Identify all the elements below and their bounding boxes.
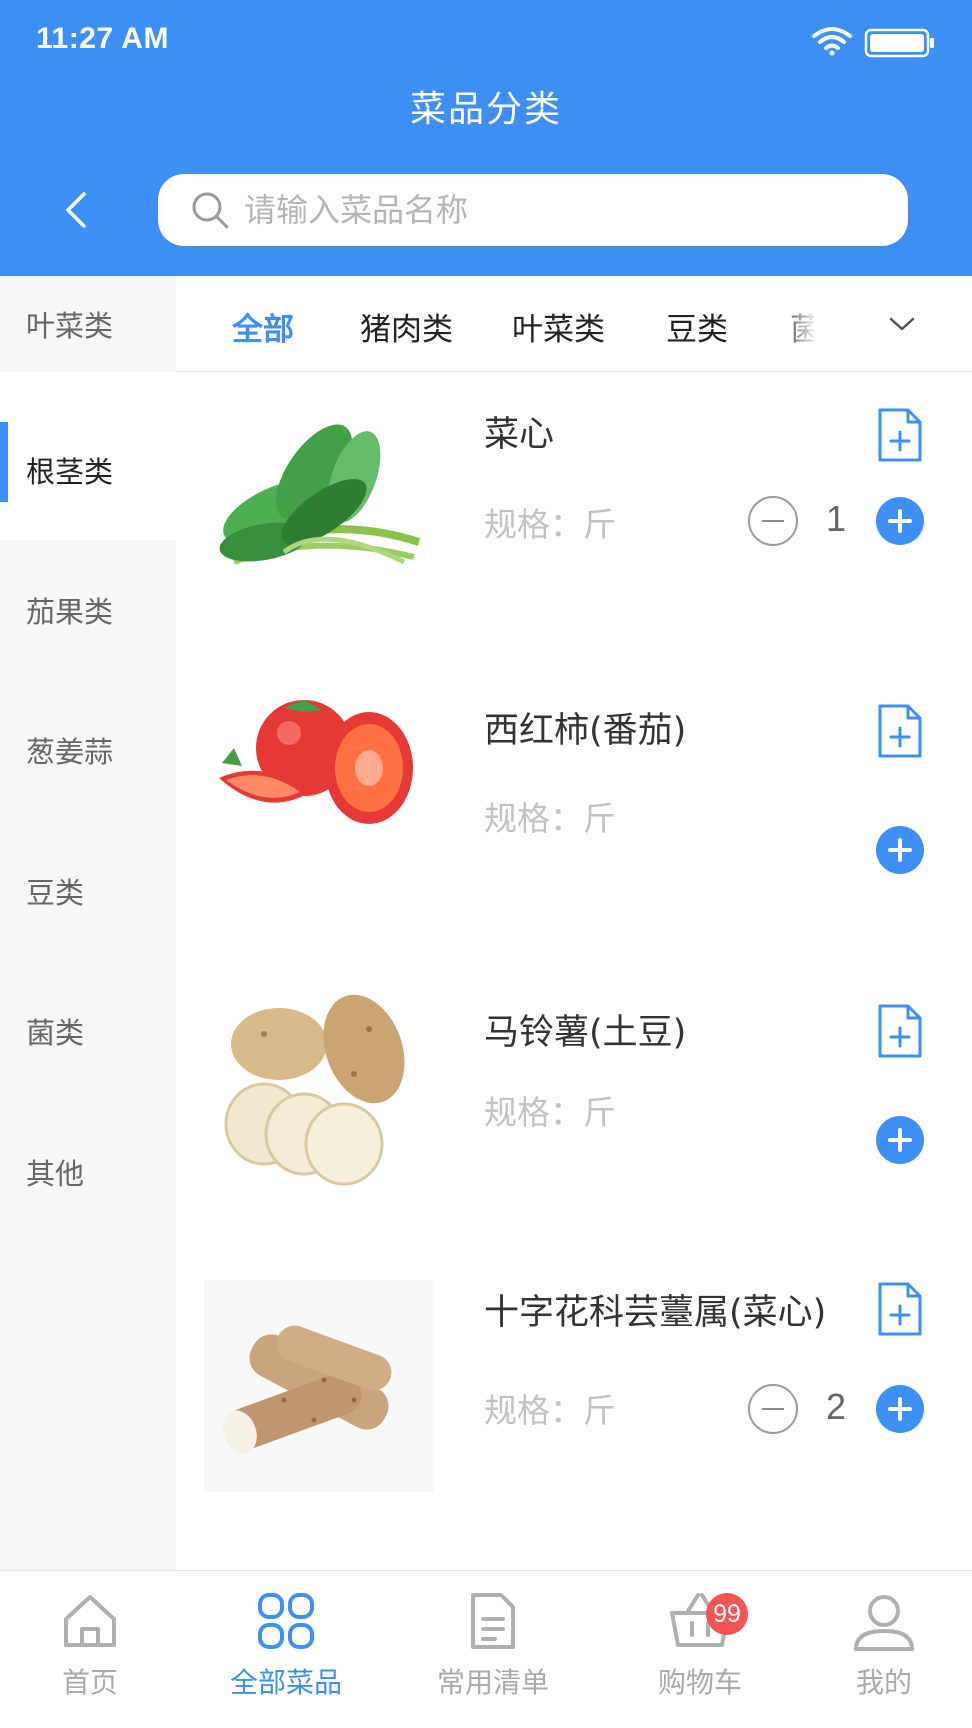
increase-quantity-button[interactable]	[876, 1385, 924, 1433]
sidebar-item-label: 茄果类	[26, 595, 114, 629]
status-bar: 11:27 AM	[0, 0, 972, 80]
tab-all[interactable]: 全部	[232, 304, 294, 349]
home-icon	[64, 1595, 116, 1647]
category-tabs: 全部 猪肉类 叶菜类 豆类 菌	[176, 276, 972, 372]
add-to-list-icon[interactable]	[876, 406, 924, 464]
sidebar-item-leafy[interactable]: 叶菜类	[0, 276, 176, 372]
sidebar-item-mushrooms[interactable]: 菌类	[0, 961, 176, 1101]
sidebar-item-label: 菌类	[26, 1016, 85, 1050]
tabs-fade	[776, 276, 846, 371]
nav-label: 我的	[855, 1666, 912, 1699]
product-item: 菜心 规格：斤 1	[176, 372, 972, 668]
nav-mine[interactable]: 我的	[834, 1571, 934, 1728]
sidebar-item-label: 其他	[26, 1157, 85, 1191]
nav-all-dishes[interactable]: 全部菜品	[216, 1571, 356, 1728]
nav-cart[interactable]: 购物车	[640, 1571, 760, 1728]
tab-pork[interactable]: 猪肉类	[360, 304, 453, 349]
category-sidebar: 叶菜类 根茎类 茄果类 葱姜蒜 豆类 菌类 其他	[0, 276, 176, 1570]
sidebar-item-root[interactable]: 根茎类	[0, 372, 176, 540]
product-name: 马铃薯(土豆)	[484, 1013, 687, 1053]
list-icon	[471, 1593, 515, 1649]
sidebar-item-label: 豆类	[26, 876, 85, 910]
add-to-list-icon[interactable]	[876, 702, 924, 760]
product-image-potato	[224, 994, 405, 1186]
product-name: 西红柿(番茄)	[484, 711, 687, 751]
sidebar-item-label: 叶菜类	[26, 309, 114, 343]
product-image-choy-sum	[219, 424, 421, 565]
sidebar-item-aromatics[interactable]: 葱姜蒜	[0, 680, 176, 820]
sidebar-item-label: 葱姜蒜	[26, 735, 114, 769]
nav-label: 购物车	[657, 1666, 742, 1699]
nav-label: 常用清单	[436, 1666, 549, 1699]
tab-leafy[interactable]: 叶菜类	[512, 304, 605, 349]
chevron-down-icon	[889, 317, 915, 331]
add-to-list-icon[interactable]	[876, 1002, 924, 1060]
nav-label: 首页	[61, 1666, 118, 1699]
tab-beans[interactable]: 豆类	[666, 304, 728, 349]
increase-quantity-button[interactable]	[876, 497, 924, 545]
product-item: 西红柿(番茄) 规格：斤	[176, 668, 972, 964]
search-icon	[192, 192, 229, 229]
product-image-yam	[204, 1280, 434, 1492]
product-item: 马铃薯(土豆) 规格：斤	[176, 964, 972, 1260]
expand-tabs-button[interactable]	[872, 294, 932, 354]
decrease-quantity-button[interactable]	[748, 496, 798, 546]
nav-label: 全部菜品	[229, 1666, 342, 1699]
product-item: 十字花科芸薹属(菜心) 规格：斤 2	[176, 1260, 972, 1556]
chevron-left-icon	[66, 192, 86, 228]
header: 11:27 AM 菜品分类	[0, 0, 972, 276]
product-list: 菜心 规格：斤 1 西红柿(番茄) 规格：斤 马铃薯(土豆) 规格：斤 十字花科…	[176, 372, 972, 1570]
nav-home[interactable]: 首页	[40, 1571, 140, 1728]
product-spec: 规格：斤	[484, 505, 616, 544]
back-button[interactable]	[48, 182, 104, 238]
add-to-list-icon[interactable]	[876, 1280, 924, 1338]
product-image-tomato	[219, 700, 413, 824]
sidebar-item-label: 根茎类	[26, 455, 114, 489]
nav-common-list[interactable]: 常用清单	[420, 1571, 566, 1728]
product-spec: 规格：斤	[484, 1093, 616, 1132]
decrease-quantity-button[interactable]	[748, 1384, 798, 1434]
sidebar-item-fruit-veg[interactable]: 茄果类	[0, 540, 176, 680]
increase-quantity-button[interactable]	[876, 826, 924, 874]
page-title: 菜品分类	[409, 89, 562, 130]
quantity-value: 1	[825, 498, 847, 539]
status-time: 11:27 AM	[36, 22, 169, 55]
bottom-nav: 首页 全部菜品 常用清单 购物车 99 我的	[0, 1570, 972, 1728]
quantity-value: 2	[825, 1386, 847, 1427]
battery-icon	[864, 28, 934, 58]
product-name: 菜心	[484, 415, 555, 455]
search-box[interactable]	[158, 174, 908, 246]
grid-icon	[258, 1593, 314, 1649]
user-icon	[854, 1595, 914, 1651]
product-spec: 规格：斤	[484, 799, 616, 838]
search-input[interactable]	[244, 191, 884, 229]
product-name: 十字花科芸薹属(菜心)	[484, 1293, 827, 1333]
sidebar-item-other[interactable]: 其他	[0, 1102, 176, 1242]
wifi-icon	[812, 27, 852, 56]
increase-quantity-button[interactable]	[876, 1116, 924, 1164]
product-spec: 规格：斤	[484, 1391, 616, 1430]
sidebar-item-beans[interactable]: 豆类	[0, 821, 176, 961]
cart-badge: 99	[706, 1593, 748, 1635]
